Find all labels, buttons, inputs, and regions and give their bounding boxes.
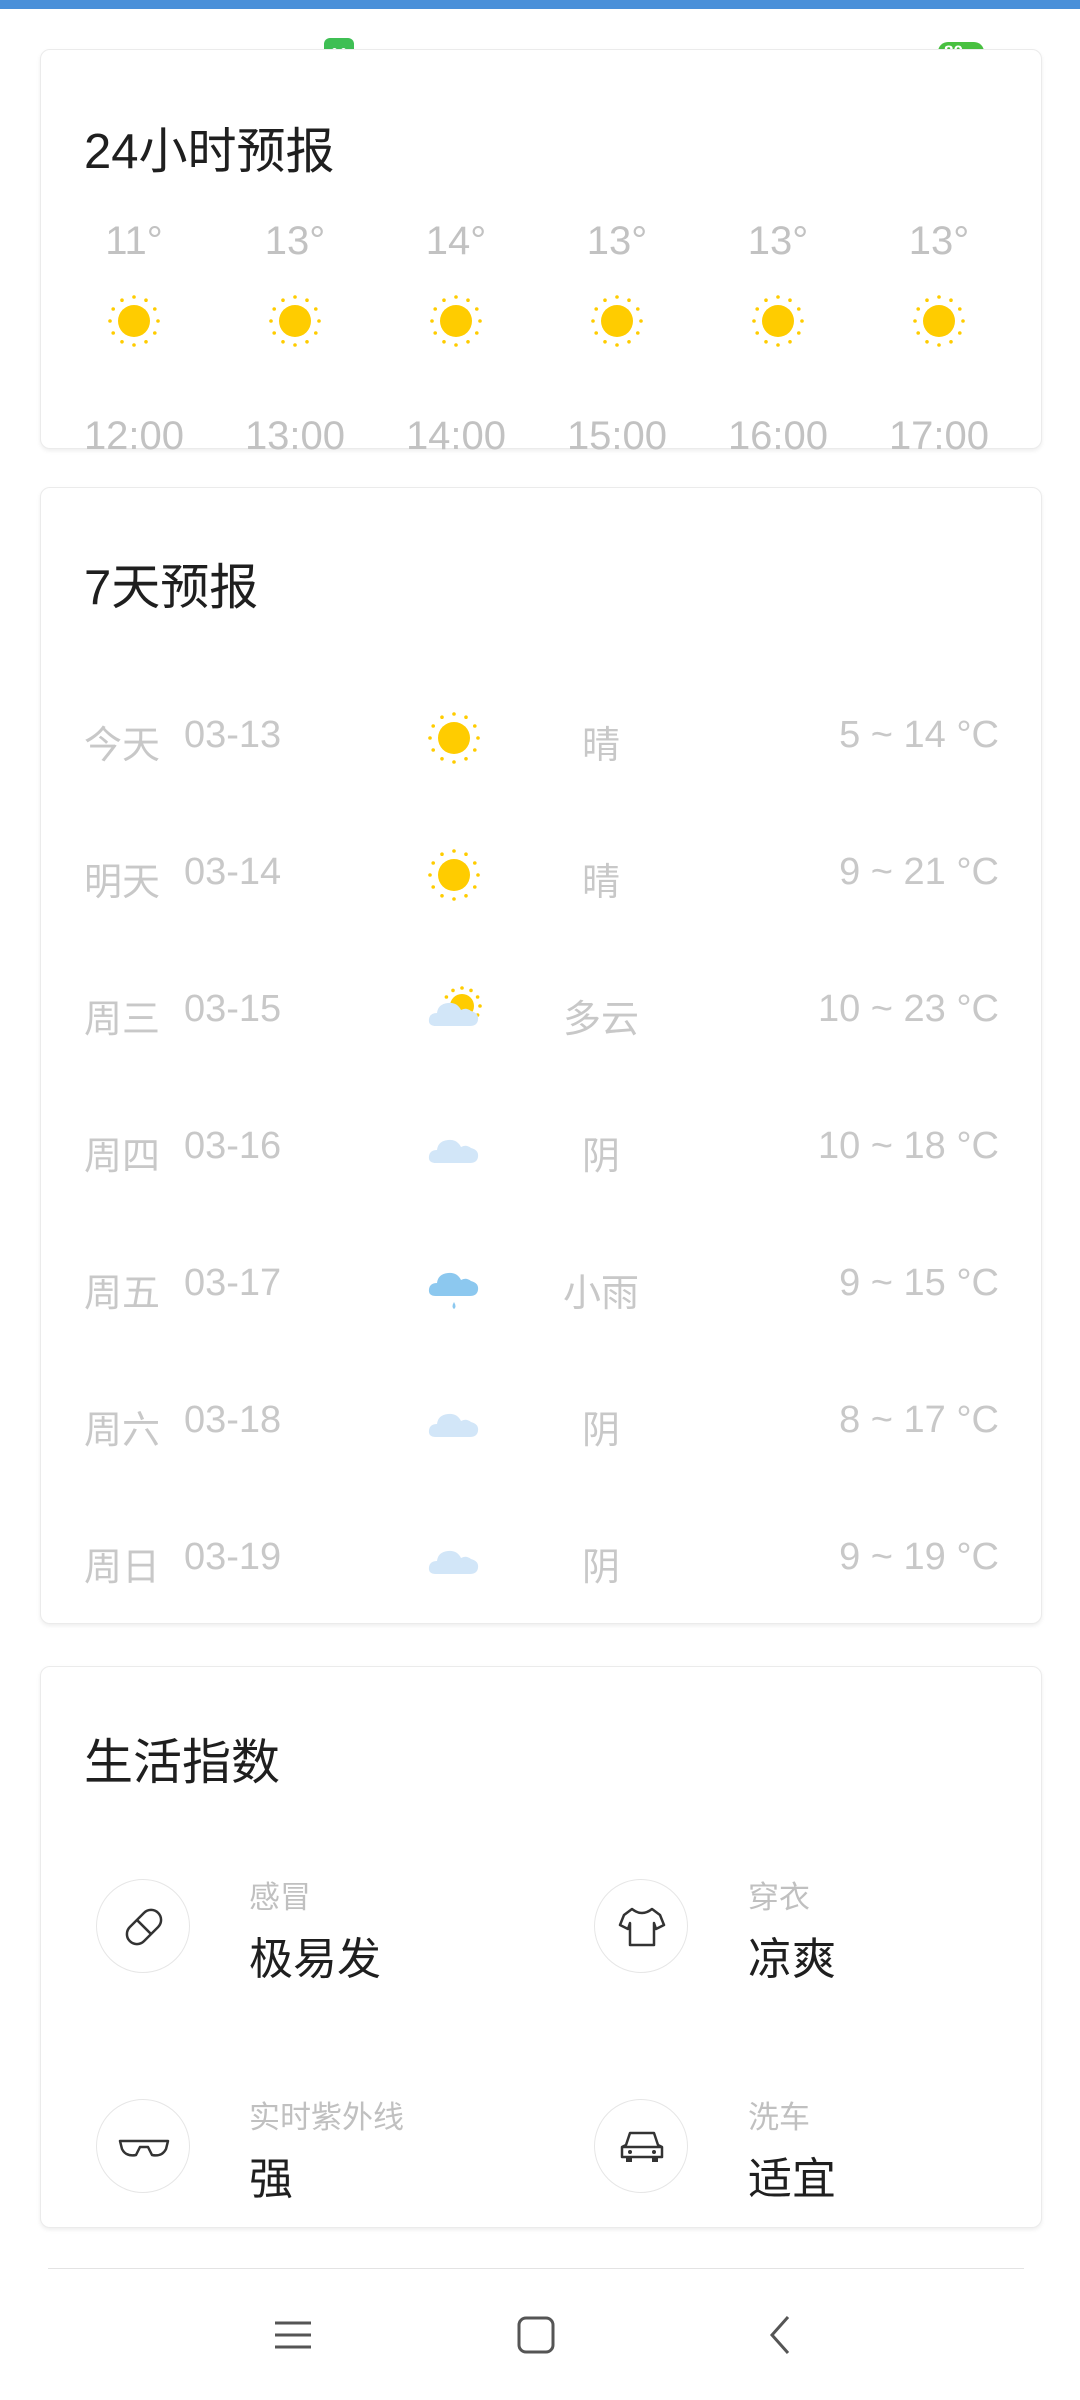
day-weather: 晴 xyxy=(581,862,620,904)
sunglasses-icon xyxy=(96,2099,190,2193)
life-item-value: 强 xyxy=(249,2155,293,2204)
car-icon xyxy=(594,2099,688,2193)
day-temp-range: 9 ~ 19 °C xyxy=(839,1536,999,1578)
day-weather: 晴 xyxy=(581,725,620,767)
day-date: 03-15 xyxy=(184,988,282,1030)
day-temp-range: 10 ~ 18 °C xyxy=(817,1125,999,1167)
day-weather: 阴 xyxy=(581,1547,620,1589)
hour-time: 16:00 xyxy=(727,414,829,458)
day-weather: 阴 xyxy=(581,1410,620,1452)
menu-icon xyxy=(275,2321,311,2349)
hour-temp: 13° xyxy=(586,219,648,263)
daily-forecast-row[interactable]: 今天 03-13 晴 5 ~ 14 °C xyxy=(41,686,1041,786)
day-temp-range: 9 ~ 15 °C xyxy=(839,1262,999,1304)
hourly-forecast-card: 24小时预报 11° 12:00 13° 13:00 14° 14:00 13° 15:00 1… xyxy=(40,49,1042,458)
hour-temp: 13° xyxy=(264,219,326,263)
back-button[interactable] xyxy=(752,2305,812,2365)
day-weather: 小雨 xyxy=(562,1273,639,1315)
daily-forecast-card: 7天预报 今天 03-13 晴 5 ~ 14 °C 明天 03-14 晴 9 ~ 21 °C 周… xyxy=(40,487,1042,1624)
sun-icon xyxy=(108,295,160,347)
daily-forecast-row[interactable]: 周五 03-17 小雨 9 ~ 15 °C xyxy=(41,1234,1041,1334)
life-item-value: 凉爽 xyxy=(748,1935,836,1984)
day-name: 周日 xyxy=(84,1547,161,1589)
life-item-label: 洗车 xyxy=(748,2100,810,2135)
day-weather: 阴 xyxy=(581,1136,620,1178)
hourly-forecast-title: 24小时预报 xyxy=(84,125,335,179)
sun-icon xyxy=(913,295,965,347)
hour-time: 12:00 xyxy=(83,414,185,458)
day-date: 03-17 xyxy=(184,1262,282,1304)
day-date: 03-19 xyxy=(184,1536,282,1578)
day-date: 03-13 xyxy=(184,714,282,756)
day-name: 明天 xyxy=(84,862,161,904)
partly-cloudy-icon xyxy=(428,986,482,1026)
day-name: 周六 xyxy=(84,1410,161,1452)
sun-icon xyxy=(430,295,482,347)
hour-temp: 11° xyxy=(105,219,163,263)
cloud-icon xyxy=(428,1550,479,1574)
pill-icon xyxy=(96,1879,190,1973)
day-temp-range: 8 ~ 17 °C xyxy=(839,1399,999,1441)
life-index-card: 生活指数 感冒 极易发 穿衣 凉爽 实时紫外线 强 洗车 适宜 xyxy=(40,1666,1042,2228)
rain-icon xyxy=(428,1272,479,1309)
sun-icon xyxy=(591,295,643,347)
menu-button[interactable] xyxy=(263,2305,323,2365)
sun-icon xyxy=(269,295,321,347)
hour-temp: 14° xyxy=(425,219,487,263)
day-date: 03-18 xyxy=(184,1399,282,1441)
life-item-value: 极易发 xyxy=(249,1935,381,1984)
top-accent-bar xyxy=(0,0,1080,9)
day-temp-range: 9 ~ 21 °C xyxy=(839,851,999,893)
day-name: 周三 xyxy=(84,999,161,1041)
daily-forecast-row[interactable]: 周四 03-16 阴 10 ~ 18 °C xyxy=(41,1097,1041,1197)
nav-divider xyxy=(48,2268,1024,2269)
day-weather: 多云 xyxy=(562,999,639,1041)
hour-time: 15:00 xyxy=(566,414,668,458)
life-index-title: 生活指数 xyxy=(84,1736,281,1790)
home-button[interactable] xyxy=(506,2305,566,2365)
life-item-label: 感冒 xyxy=(249,1880,311,1915)
day-temp-range: 5 ~ 14 °C xyxy=(839,714,999,756)
tshirt-icon xyxy=(594,1879,688,1973)
sun-icon xyxy=(428,849,480,901)
daily-forecast-row[interactable]: 周日 03-19 阴 9 ~ 19 °C xyxy=(41,1508,1041,1608)
day-date: 03-16 xyxy=(184,1125,282,1167)
hour-time: 17:00 xyxy=(888,414,990,458)
hour-temp: 13° xyxy=(747,219,809,263)
hour-temp: 13° xyxy=(908,219,970,263)
cloud-icon xyxy=(428,1413,479,1437)
sun-icon xyxy=(752,295,804,347)
life-item-value: 适宜 xyxy=(748,2155,836,2204)
day-date: 03-14 xyxy=(184,851,282,893)
back-chevron-icon xyxy=(769,2316,790,2354)
hour-time: 13:00 xyxy=(244,414,346,458)
day-name: 周四 xyxy=(84,1136,161,1178)
day-name: 周五 xyxy=(84,1273,161,1315)
daily-forecast-row[interactable]: 明天 03-14 晴 9 ~ 21 °C xyxy=(41,823,1041,923)
daily-forecast-row[interactable]: 周六 03-18 阴 8 ~ 17 °C xyxy=(41,1371,1041,1471)
life-item-label: 穿衣 xyxy=(748,1880,810,1915)
home-square-icon xyxy=(517,2316,555,2354)
cloud-icon xyxy=(428,1139,479,1163)
daily-forecast-title: 7天预报 xyxy=(84,561,259,615)
sun-icon xyxy=(428,712,480,764)
hour-time: 14:00 xyxy=(405,414,507,458)
life-item-label: 实时紫外线 xyxy=(249,2100,404,2135)
day-name: 今天 xyxy=(84,725,161,767)
day-temp-range: 10 ~ 23 °C xyxy=(817,988,999,1030)
daily-forecast-row[interactable]: 周三 03-15 多云 10 ~ 23 °C xyxy=(41,960,1041,1060)
